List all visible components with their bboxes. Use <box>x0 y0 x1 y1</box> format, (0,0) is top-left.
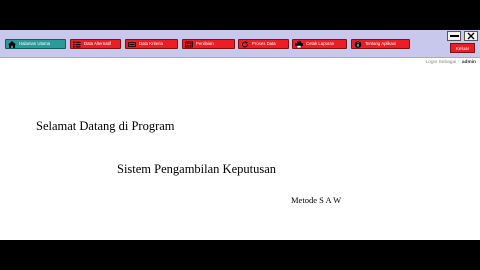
nav-button-tentang-aplikasi[interactable]: Tentang Aplikasi <box>351 39 410 49</box>
welcome-line-1: Selamat Datang di Program <box>36 119 175 133</box>
nav-label: Halaman Utama <box>19 40 51 46</box>
nav-button-data-kriteria[interactable]: Data Kriteria <box>125 39 178 49</box>
minimize-icon <box>449 35 459 37</box>
rating-icon <box>185 41 193 48</box>
list-icon <box>73 41 81 48</box>
nav-label: Data Kriteria <box>139 40 163 46</box>
printer-icon <box>295 40 303 48</box>
login-label: Login Sebagai : <box>425 60 459 65</box>
nav-button-proses-data[interactable]: Proses Data <box>238 39 289 49</box>
nav-button-penilaian[interactable]: Penilaian <box>182 39 235 49</box>
info-icon <box>354 40 362 48</box>
nav-label: Data Alternatif <box>84 40 111 46</box>
login-user: admin <box>461 60 476 65</box>
toolbar: Halaman Utama Data Alternatif Data Krite… <box>0 30 480 58</box>
nav-label: Cetak Laporan <box>306 40 335 46</box>
close-icon <box>467 32 475 40</box>
close-button[interactable] <box>464 31 478 41</box>
nav-label: Tentang Aplikasi <box>365 40 397 46</box>
nav-button-cetak-laporan[interactable]: Cetak Laporan <box>292 39 347 49</box>
welcome-line-2: Sistem Pengambilan Keputusan <box>117 162 277 176</box>
refresh-icon <box>241 40 249 48</box>
nav-label: Penilaian <box>196 40 214 46</box>
nav-button-data-alternatif[interactable]: Data Alternatif <box>70 39 121 49</box>
criteria-icon <box>128 41 136 48</box>
letterbox-top <box>0 0 480 30</box>
login-status: Login Sebagai : admin <box>426 60 476 65</box>
welcome-line-3: Metode S A W <box>291 195 342 205</box>
letterbox-bottom <box>0 240 480 270</box>
minimize-button[interactable] <box>447 31 461 41</box>
nav-button-halaman-utama[interactable]: Halaman Utama <box>5 39 66 49</box>
exit-button[interactable]: Keluar <box>450 43 475 53</box>
app-window: Halaman Utama Data Alternatif Data Krite… <box>0 30 480 240</box>
nav-label: Proses Data <box>252 40 276 46</box>
home-icon <box>8 40 16 48</box>
